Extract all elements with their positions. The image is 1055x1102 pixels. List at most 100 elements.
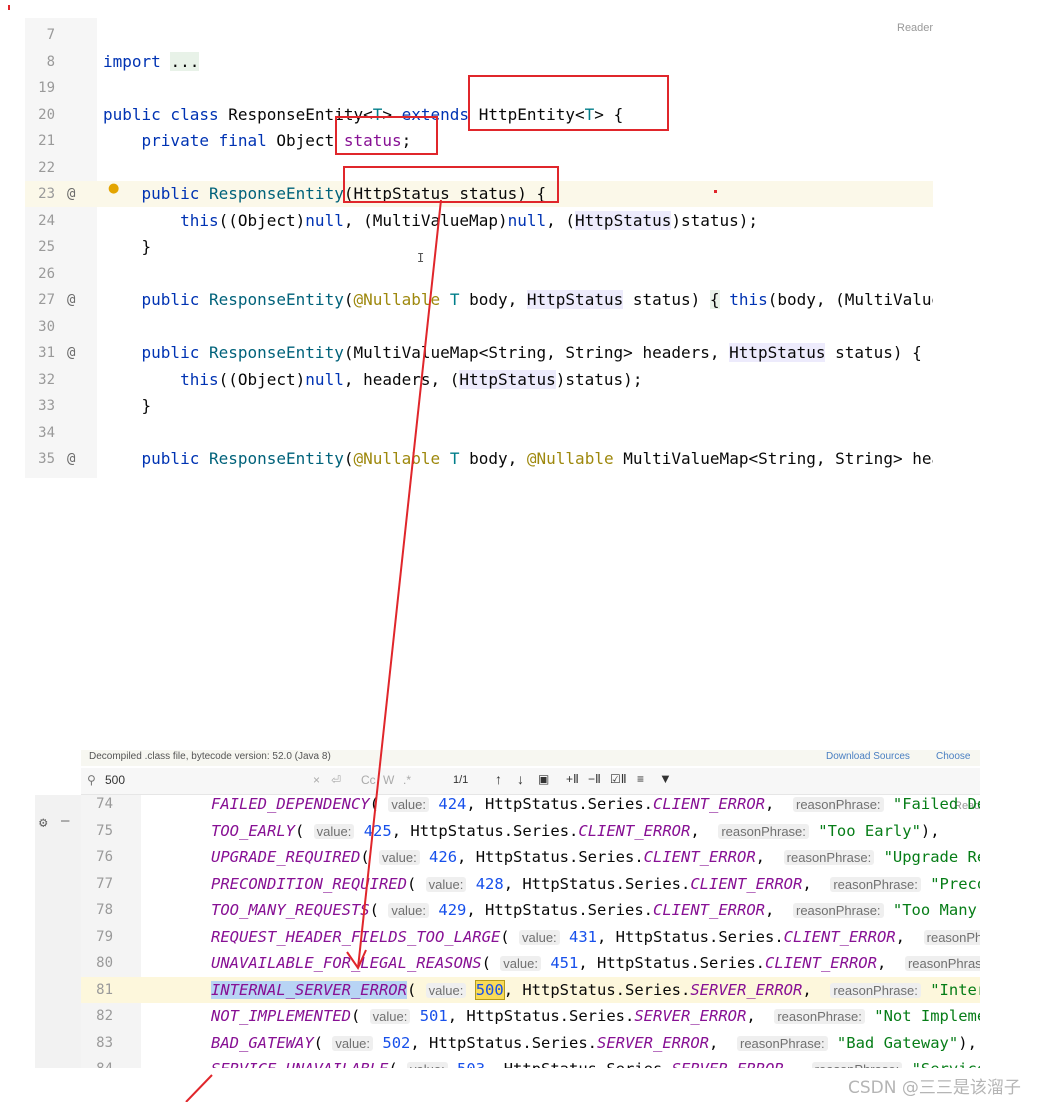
code-line[interactable]: 82 NOT_IMPLEMENTED( value: 501, HttpStatu… bbox=[81, 1003, 980, 1030]
line-number: 23 bbox=[38, 186, 55, 202]
code-text: this((Object)null, (MultiValueMap)null, … bbox=[180, 210, 759, 230]
line-number: 31 bbox=[38, 345, 55, 361]
code-text: } bbox=[103, 396, 152, 415]
match-case-toggle[interactable]: Cc bbox=[361, 773, 376, 787]
code-line[interactable]: 8 import ... bbox=[25, 49, 933, 75]
code-line[interactable]: 30 bbox=[25, 314, 933, 340]
download-sources-link[interactable]: Download Sources bbox=[826, 750, 910, 764]
regex-toggle[interactable]: .* bbox=[403, 773, 411, 787]
filter-icon[interactable]: ▼ bbox=[659, 771, 672, 786]
line-number: 36 bbox=[25, 473, 55, 479]
code-line[interactable]: 19 bbox=[25, 75, 933, 101]
whole-words-toggle[interactable]: W bbox=[383, 773, 394, 787]
override-marker-icon[interactable]: @ bbox=[67, 446, 75, 472]
next-match-arrow-icon[interactable]: ↓ bbox=[517, 771, 524, 787]
previous-match-arrow-icon[interactable]: ↑ bbox=[495, 771, 502, 787]
top-code-editor[interactable]: Reader 7 8 import ... 19 20 public class Resp… bbox=[25, 18, 933, 478]
line-number: 84 bbox=[81, 1056, 113, 1068]
code-line[interactable]: 23 @ public ResponseEntity(HttpStatus sta… bbox=[25, 181, 933, 207]
search-icon: ⚲ bbox=[87, 773, 96, 787]
line-number: 20 bbox=[38, 106, 55, 123]
code-text: this(body, headers, (Object)status); bbox=[103, 473, 527, 479]
line-number: 81 bbox=[96, 981, 113, 998]
code-line[interactable]: 24 this((Object)null, (MultiValueMap)nul… bbox=[25, 208, 933, 234]
code-line[interactable]: 79 REQUEST_HEADER_FIELDS_TOO_LARGE( value… bbox=[81, 924, 980, 951]
code-text: this((Object)null, headers, (HttpStatus)… bbox=[180, 369, 643, 389]
code-text: REQUEST_HEADER_FIELDS_TOO_LARGE( value: … bbox=[211, 924, 980, 951]
code-line[interactable]: 75 TOO_EARLY( value: 425, HttpStatus.Seri… bbox=[81, 818, 980, 845]
code-line[interactable]: 81 INTERNAL_SERVER_ERROR( value: 500, Htt… bbox=[81, 976, 980, 1003]
code-line[interactable]: 77 PRECONDITION_REQUIRED( value: 428, Htt… bbox=[81, 871, 980, 898]
code-text: TOO_MANY_REQUESTS( value: 429, HttpStatu… bbox=[211, 901, 977, 919]
code-text: public ResponseEntity(@Nullable T body, … bbox=[141, 290, 933, 309]
code-text: TOO_EARLY( value: 425, HttpStatus.Series… bbox=[211, 821, 940, 840]
add-occurrence-icon[interactable]: +Ⅱ bbox=[566, 772, 579, 786]
code-text: BAD_GATEWAY( value: 502, HttpStatus.Seri… bbox=[211, 1033, 977, 1052]
tool-side-strip: ⚙ — bbox=[35, 795, 81, 1068]
code-text: UNAVAILABLE_FOR_LEGAL_REASONS( value: 45… bbox=[211, 950, 980, 977]
override-marker-icon[interactable]: @ bbox=[67, 340, 75, 366]
line-number: 76 bbox=[96, 849, 113, 865]
code-text: UPGRADE_REQUIRED( value: 426, HttpStatus… bbox=[211, 848, 980, 866]
minimize-icon[interactable]: — bbox=[61, 813, 69, 829]
override-marker-icon[interactable]: @ bbox=[67, 287, 75, 313]
code-text: SERVICE_UNAVAILABLE( value: 503, HttpSta… bbox=[211, 1056, 980, 1068]
code-text: public class ResponseEntity<T> extends H… bbox=[103, 104, 624, 124]
code-line[interactable]: 35 @ public ResponseEntity(@Nullable T bo… bbox=[25, 446, 933, 472]
code-text: public ResponseEntity(HttpStatus status)… bbox=[141, 184, 547, 203]
line-number: 35 bbox=[38, 451, 55, 467]
code-line[interactable]: 33 } bbox=[25, 393, 933, 419]
code-line[interactable]: 21 private final Object status; bbox=[25, 128, 933, 154]
line-number: 34 bbox=[38, 424, 55, 441]
line-number: 74 bbox=[96, 796, 113, 812]
red-corner-marker bbox=[8, 5, 10, 10]
code-text: PRECONDITION_REQUIRED( value: 428, HttpS… bbox=[211, 874, 980, 893]
code-line[interactable]: 26 bbox=[25, 261, 933, 287]
code-line[interactable]: 78 TOO_MANY_REQUESTS( value: 429, HttpSta… bbox=[81, 897, 980, 924]
select-all-icon[interactable]: ☑Ⅱ bbox=[610, 772, 627, 786]
search-input[interactable]: 500 bbox=[105, 773, 125, 787]
code-line[interactable]: 76 UPGRADE_REQUIRED( value: 426, HttpStat… bbox=[81, 844, 980, 871]
code-text: } bbox=[103, 237, 152, 256]
code-line[interactable]: 83 BAD_GATEWAY( value: 502, HttpStatus.Se… bbox=[81, 1030, 980, 1057]
code-text: private final Object status; bbox=[141, 131, 412, 150]
arrow-tail-fragment bbox=[185, 1074, 213, 1102]
decompiled-info-bar: Decompiled .class file, bytecode version… bbox=[81, 750, 980, 766]
select-all-occurrences-icon[interactable]: ▣ bbox=[538, 772, 549, 786]
code-line[interactable]: 22 bbox=[25, 155, 933, 181]
remove-occurrence-icon[interactable]: −Ⅱ bbox=[588, 772, 601, 786]
bottom-code-editor[interactable]: Decompiled .class file, bytecode version… bbox=[35, 750, 980, 1068]
code-line[interactable]: 20 public class ResponseEntity<T> extends… bbox=[25, 102, 933, 128]
csdn-watermark: CSDN @三三是该溜子 bbox=[848, 1078, 1021, 1098]
code-line[interactable]: 31 @ public ResponseEntity(MultiValueMap<… bbox=[25, 340, 933, 366]
code-line[interactable]: 74 FAILED_DEPENDENCY( value: 424, HttpSta… bbox=[81, 791, 980, 818]
code-line[interactable]: 34 bbox=[25, 420, 933, 446]
gear-icon[interactable]: ⚙ bbox=[39, 815, 47, 831]
code-line[interactable]: 36 this(body, headers, (Object)status); bbox=[25, 473, 933, 479]
line-number: 30 bbox=[38, 318, 55, 335]
code-line[interactable]: 25 } bbox=[25, 234, 933, 260]
line-number: 83 bbox=[96, 1034, 113, 1051]
code-line[interactable]: 27 @ public ResponseEntity(@Nullable T bo… bbox=[25, 287, 933, 313]
line-number: 32 bbox=[38, 371, 55, 388]
line-number: 33 bbox=[38, 398, 55, 414]
code-line[interactable]: 32 this((Object)null, headers, (HttpStat… bbox=[25, 367, 933, 393]
choose-sources-link[interactable]: Choose Sources... bbox=[936, 750, 980, 766]
line-number: 21 bbox=[38, 133, 55, 149]
code-text: NOT_IMPLEMENTED( value: 501, HttpStatus.… bbox=[211, 1007, 980, 1025]
code-line[interactable]: 7 bbox=[25, 22, 933, 48]
code-text: public ResponseEntity(@Nullable T body, … bbox=[141, 449, 933, 468]
code-text: import ... bbox=[103, 51, 200, 71]
line-number: 27 bbox=[38, 292, 55, 308]
decompiled-info-text: Decompiled .class file, bytecode version… bbox=[89, 751, 331, 762]
line-number: 25 bbox=[38, 239, 55, 255]
code-text: INTERNAL_SERVER_ERROR( value: 500, HttpS… bbox=[211, 979, 980, 1000]
line-number: 22 bbox=[38, 159, 55, 176]
code-line[interactable]: 84 SERVICE_UNAVAILABLE( value: 503, HttpS… bbox=[81, 1056, 980, 1068]
new-line-icon[interactable]: ⏎ bbox=[331, 773, 341, 787]
line-number: 7 bbox=[46, 27, 55, 43]
in-selection-icon[interactable]: ≡ bbox=[637, 772, 644, 786]
clear-search-icon[interactable]: × bbox=[313, 773, 320, 787]
override-marker-icon[interactable]: @ bbox=[67, 181, 75, 207]
code-line[interactable]: 80 UNAVAILABLE_FOR_LEGAL_REASONS( value: … bbox=[81, 950, 980, 977]
